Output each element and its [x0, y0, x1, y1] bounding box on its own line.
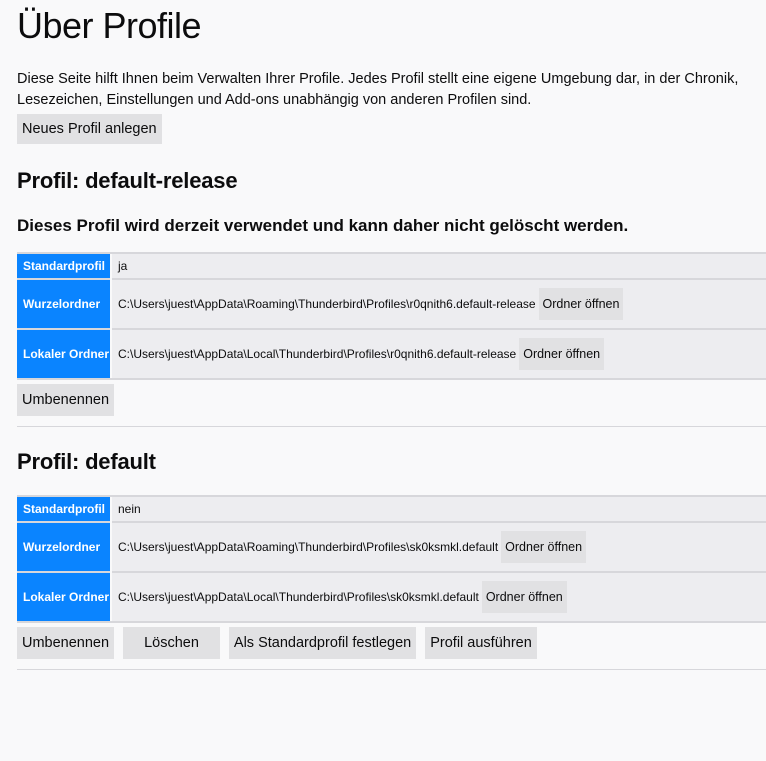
root-folder-cell: C:\Users\juest\AppData\Roaming\Thunderbi… [110, 278, 766, 329]
local-folder-cell: C:\Users\juest\AppData\Local\Thunderbird… [110, 328, 766, 380]
rename-button[interactable]: Umbenennen [17, 384, 115, 416]
profile-properties-table: Standardprofil ja Wurzelordner C:\Users\… [17, 252, 766, 380]
local-folder-path: C:\Users\juest\AppData\Local\Thunderbird… [118, 347, 517, 361]
launch-profile-button[interactable]: Profil ausführen [425, 627, 537, 659]
in-use-notice: Dieses Profil wird derzeit verwendet und… [17, 216, 629, 235]
delete-button[interactable]: Löschen [123, 627, 220, 659]
table-row: Lokaler Ordner C:\Users\juest\AppData\Lo… [17, 328, 766, 380]
root-folder-path: C:\Users\juest\AppData\Roaming\Thunderbi… [118, 540, 499, 554]
profile-heading: Profil: default [17, 449, 156, 474]
profile-actions: Umbenennen Löschen Als Standardprofil fe… [17, 627, 766, 659]
new-profile-button[interactable]: Neues Profil anlegen [17, 114, 162, 144]
default-profile-label: Standardprofil [17, 252, 111, 279]
section-divider [17, 669, 766, 670]
open-root-folder-button[interactable]: Ordner öffnen [538, 288, 624, 320]
page-title: Über Profile [17, 5, 202, 46]
root-folder-cell: C:\Users\juest\AppData\Roaming\Thunderbi… [110, 521, 766, 572]
open-local-folder-button[interactable]: Ordner öffnen [519, 338, 605, 370]
about-profiles-page: Über Profile Diese Seite hilft Ihnen bei… [0, 0, 766, 670]
table-row: Standardprofil ja [17, 252, 766, 279]
default-profile-value: nein [110, 495, 766, 522]
root-folder-label: Wurzelordner [17, 278, 111, 329]
profile-section-default-release: Profil: default-release Dieses Profil wi… [17, 168, 766, 416]
table-row: Wurzelordner C:\Users\juest\AppData\Roam… [17, 521, 766, 572]
section-divider [17, 426, 766, 427]
open-local-folder-button[interactable]: Ordner öffnen [481, 581, 567, 613]
default-profile-label: Standardprofil [17, 495, 111, 522]
open-root-folder-button[interactable]: Ordner öffnen [501, 531, 587, 563]
profile-properties-table: Standardprofil nein Wurzelordner C:\User… [17, 495, 766, 623]
intro-line-1: Diese Seite hilft Ihnen beim Verwalten I… [17, 71, 739, 87]
intro-text: Diese Seite hilft Ihnen beim Verwalten I… [17, 69, 766, 111]
local-folder-path: C:\Users\juest\AppData\Local\Thunderbird… [118, 590, 479, 604]
default-profile-value: ja [110, 252, 766, 279]
root-folder-label: Wurzelordner [17, 521, 111, 572]
profile-actions: Umbenennen [17, 384, 766, 416]
table-row: Standardprofil nein [17, 495, 766, 522]
local-folder-label: Lokaler Ordner [17, 328, 111, 380]
rename-button[interactable]: Umbenennen [17, 627, 115, 659]
local-folder-label: Lokaler Ordner [17, 571, 111, 623]
local-folder-cell: C:\Users\juest\AppData\Local\Thunderbird… [110, 571, 766, 623]
root-folder-path: C:\Users\juest\AppData\Roaming\Thunderbi… [118, 297, 536, 311]
profile-heading: Profil: default-release [17, 168, 238, 193]
table-row: Lokaler Ordner C:\Users\juest\AppData\Lo… [17, 571, 766, 623]
table-row: Wurzelordner C:\Users\juest\AppData\Roam… [17, 278, 766, 329]
set-default-profile-button[interactable]: Als Standardprofil festlegen [228, 627, 417, 659]
intro-line-2: Lesezeichen, Einstellungen und Add-ons u… [17, 92, 532, 108]
profile-section-default: Profil: default Standardprofil nein Wurz… [17, 449, 766, 659]
